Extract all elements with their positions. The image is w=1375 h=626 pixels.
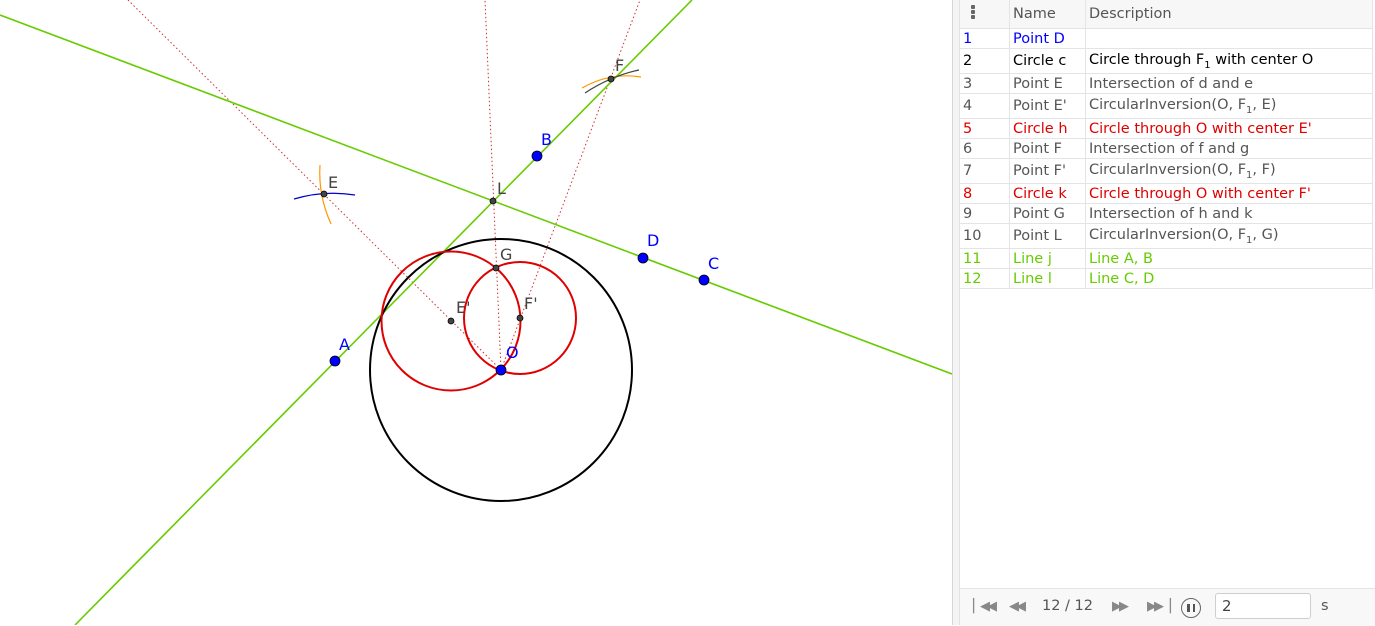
row-description: CircularInversion(O, F1, E) xyxy=(1085,93,1373,119)
protocol-navigation-bar: ▏◀◀ ◀◀ 12 / 12 ▶▶ ▶▶▕ s xyxy=(960,588,1375,626)
fast-forward-icon[interactable]: ▶▶ xyxy=(1112,599,1129,615)
row-number: 11 xyxy=(960,248,1010,269)
row-number: 2 xyxy=(960,48,1010,74)
column-menu-handle[interactable] xyxy=(960,0,1010,29)
table-row[interactable]: 7 Point F' CircularInversion(O, F1, F) xyxy=(960,158,1373,184)
table-row[interactable]: 5 Circle h Circle through O with center E' xyxy=(960,118,1373,139)
drag-handle-icon[interactable] xyxy=(971,4,975,20)
row-description: Circle through F1 with center O xyxy=(1085,48,1373,74)
table-row[interactable]: 6 Point F Intersection of f and g xyxy=(960,138,1373,159)
label-a: A xyxy=(339,335,350,354)
row-name: Line l xyxy=(1009,268,1086,289)
row-name: Point L xyxy=(1009,223,1086,249)
point-l[interactable] xyxy=(489,197,497,205)
row-number: 7 xyxy=(960,158,1010,184)
row-name: Point F' xyxy=(1009,158,1086,184)
point-b[interactable] xyxy=(531,150,543,162)
row-name: Circle h xyxy=(1009,118,1086,139)
play-speed-input[interactable] xyxy=(1215,593,1311,619)
row-number: 1 xyxy=(960,28,1010,49)
table-row[interactable]: 9 Point G Intersection of h and k xyxy=(960,203,1373,224)
point-c[interactable] xyxy=(698,274,710,286)
row-description: Intersection of h and k xyxy=(1085,203,1373,224)
speed-unit-label: s xyxy=(1321,598,1329,614)
row-name: Point E xyxy=(1009,73,1086,94)
row-name: Point D xyxy=(1009,28,1086,49)
protocol-table: Name Description 1 Point D 2 Circle c Circl… xyxy=(960,0,1373,289)
label-b: B xyxy=(541,130,552,149)
row-description xyxy=(1085,28,1373,49)
point-a[interactable] xyxy=(329,355,341,367)
row-description: Intersection of d and e xyxy=(1085,73,1373,94)
table-row[interactable]: 11 Line j Line A, B xyxy=(960,248,1373,269)
label-o: O xyxy=(506,343,519,362)
row-description: Intersection of f and g xyxy=(1085,138,1373,159)
pause-icon[interactable] xyxy=(1181,598,1201,618)
point-g[interactable] xyxy=(492,264,500,272)
row-description: Line A, B xyxy=(1085,248,1373,269)
row-number: 3 xyxy=(960,73,1010,94)
protocol-rows: 1 Point D 2 Circle c Circle through F1 with… xyxy=(960,28,1373,289)
label-c: C xyxy=(708,254,720,273)
row-description: CircularInversion(O, F1, G) xyxy=(1085,223,1373,249)
graphics-view[interactable]: A B C D O E F L G E' F' xyxy=(0,0,952,625)
row-name: Point G xyxy=(1009,203,1086,224)
table-row[interactable]: 3 Point E Intersection of d and e xyxy=(960,73,1373,94)
step-counter: 12 / 12 xyxy=(1042,598,1094,614)
label-f: F xyxy=(615,56,625,75)
label-g: G xyxy=(500,245,513,264)
row-description: Circle through O with center F' xyxy=(1085,183,1373,204)
label-l: L xyxy=(497,179,506,198)
row-number: 5 xyxy=(960,118,1010,139)
table-row[interactable]: 12 Line l Line C, D xyxy=(960,268,1373,289)
rewind-icon[interactable]: ◀◀ xyxy=(1009,599,1026,615)
row-number: 12 xyxy=(960,268,1010,289)
protocol-header-row: Name Description xyxy=(960,0,1373,29)
point-e[interactable] xyxy=(320,190,328,198)
point-f-prime[interactable] xyxy=(516,314,524,322)
row-number: 6 xyxy=(960,138,1010,159)
point-e-prime[interactable] xyxy=(447,317,455,325)
table-row[interactable]: 2 Circle c Circle through F1 with center O xyxy=(960,48,1373,74)
row-name: Circle c xyxy=(1009,48,1086,74)
table-row[interactable]: 4 Point E' CircularInversion(O, F1, E) xyxy=(960,93,1373,119)
header-name[interactable]: Name xyxy=(1009,0,1086,29)
row-name: Circle k xyxy=(1009,183,1086,204)
construction-line-o-e xyxy=(127,0,502,371)
point-o[interactable] xyxy=(495,364,507,376)
geometry-canvas[interactable] xyxy=(0,0,952,625)
header-description[interactable]: Description xyxy=(1085,0,1373,29)
label-d: D xyxy=(647,231,660,250)
skip-to-end-icon[interactable]: ▶▶▕ xyxy=(1147,599,1171,615)
label-e: E xyxy=(328,173,339,192)
table-row[interactable]: 8 Circle k Circle through O with center F' xyxy=(960,183,1373,204)
row-description: Circle through O with center E' xyxy=(1085,118,1373,139)
view-splitter[interactable] xyxy=(952,0,960,625)
point-d[interactable] xyxy=(637,252,649,264)
row-name: Point E' xyxy=(1009,93,1086,119)
row-number: 4 xyxy=(960,93,1010,119)
line-l[interactable] xyxy=(0,14,952,375)
row-description: Line C, D xyxy=(1085,268,1373,289)
label-e-prime: E' xyxy=(456,298,471,317)
skip-to-start-icon[interactable]: ▏◀◀ xyxy=(973,599,997,615)
row-number: 10 xyxy=(960,223,1010,249)
row-name: Point F xyxy=(1009,138,1086,159)
row-number: 8 xyxy=(960,183,1010,204)
label-f-prime: F' xyxy=(524,294,538,313)
table-row[interactable]: 10 Point L CircularInversion(O, F1, G) xyxy=(960,223,1373,249)
row-description: CircularInversion(O, F1, F) xyxy=(1085,158,1373,184)
construction-protocol: Name Description 1 Point D 2 Circle c Circl… xyxy=(960,0,1375,626)
point-f[interactable] xyxy=(607,75,615,83)
row-number: 9 xyxy=(960,203,1010,224)
table-row[interactable]: 1 Point D xyxy=(960,28,1373,49)
row-name: Line j xyxy=(1009,248,1086,269)
